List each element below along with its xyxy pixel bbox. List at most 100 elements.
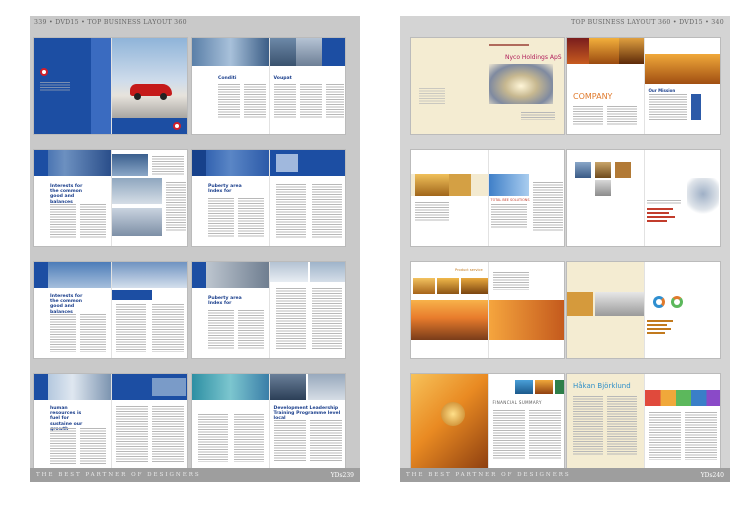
spread-charts[interactable] — [566, 261, 721, 359]
body-text — [115, 304, 146, 352]
body-text — [165, 182, 186, 232]
body-text — [532, 182, 563, 232]
spread-people[interactable]: Conditi Voupat — [191, 37, 346, 135]
page-footer: THE BEST PARTNER OF DESIGNERS YDs240 — [400, 468, 730, 482]
spread-human-resources[interactable]: human resources is fuel for sustaine our… — [33, 373, 188, 471]
figures-illustration — [686, 178, 719, 218]
color-strip-image — [644, 390, 720, 406]
body-text — [311, 184, 342, 238]
spread-left-half: Puberty area Index for — [192, 262, 269, 358]
list-item — [646, 320, 673, 322]
spread-cover-car[interactable] — [33, 37, 188, 135]
spread-leadership[interactable]: Development Leadership Training Programm… — [191, 373, 346, 471]
cover-stripe — [90, 38, 111, 134]
headline: Interests for the common good and balanc… — [50, 294, 83, 315]
body-text — [573, 396, 603, 456]
footer-tag: YDs239 — [330, 471, 354, 479]
spread-left-half: Product service — [411, 262, 488, 358]
spread-hakan-bjorklund[interactable]: Håkan Björklund — [566, 373, 721, 471]
body-text — [490, 204, 527, 228]
photo — [554, 380, 564, 394]
photo — [275, 154, 298, 172]
photo — [615, 162, 631, 178]
spread-right-half — [487, 262, 564, 358]
spread-team-hands[interactable] — [566, 149, 721, 247]
spread-right-half: TOTAL BEE SOLUTIONS — [487, 150, 565, 246]
photo — [595, 180, 611, 196]
spread-left-half — [567, 262, 644, 358]
headline: Interests for the common good and balanc… — [50, 184, 83, 205]
spread-total-solutions[interactable]: TOTAL BEE SOLUTIONS — [410, 149, 565, 247]
body-text — [275, 288, 306, 350]
body-text — [325, 84, 344, 118]
body-text — [275, 184, 306, 238]
photo — [575, 162, 591, 178]
company-wordmark: Nyco Holdings ApS — [505, 54, 562, 61]
body-text — [151, 156, 184, 176]
body-text — [646, 200, 681, 204]
blue-photo — [488, 174, 529, 196]
body-text — [415, 202, 449, 222]
list-item — [646, 332, 665, 334]
overlay-label: Our Mission — [648, 88, 676, 93]
spread-puberty[interactable]: Puberty area Index for — [191, 149, 346, 247]
spread-interests[interactable]: Interests for the common good and balanc… — [33, 149, 188, 247]
table-rows — [648, 94, 687, 120]
coins-photo — [415, 174, 449, 196]
photo — [567, 38, 589, 64]
body-text — [419, 88, 445, 104]
people-photo — [192, 38, 269, 66]
logo-icon — [40, 68, 48, 76]
blue-sidebar — [34, 150, 48, 176]
photo — [307, 374, 345, 400]
spread-right-half: Development Leadership Training Programm… — [268, 374, 345, 470]
body-text — [684, 412, 717, 460]
spread-product-service[interactable]: Product service — [410, 261, 565, 359]
list-item — [646, 324, 667, 326]
hand-photo — [595, 292, 644, 316]
spread-interests-bridge[interactable]: Interests for the common good and balanc… — [33, 261, 188, 359]
left-catalog-page: 339 • DVD15 • TOP BUSINESS LAYOUT 360 Co… — [30, 16, 360, 482]
list-item — [646, 220, 667, 222]
spread-left-half: Interests for the common good and balanc… — [34, 150, 111, 246]
spread-right-half: Voupat — [268, 38, 345, 134]
spread-left-half: Håkan Björklund — [567, 374, 644, 470]
photo — [111, 154, 148, 176]
car-photo — [110, 38, 187, 134]
spread-puberty-car[interactable]: Puberty area Index for — [191, 261, 346, 359]
body-text — [208, 198, 234, 238]
spread-nyco-cover[interactable]: Nyco Holdings ApS — [410, 37, 565, 135]
column-title: Conditi — [218, 76, 237, 81]
blue-sidebar — [192, 262, 206, 288]
page-footer: THE BEST PARTNER OF DESIGNERS YDs239 — [30, 468, 360, 482]
spread-left-half — [192, 374, 269, 470]
spread-left-half: Puberty area Index for — [192, 150, 269, 246]
spread-left-half: COMPANY — [567, 38, 644, 134]
body-text — [607, 396, 637, 456]
person-name: Håkan Björklund — [573, 382, 631, 390]
donut-chart-icon — [652, 296, 665, 308]
page-header: TOP BUSINESS LAYOUT 360 • DVD15 • 340 — [571, 19, 724, 26]
body-text — [521, 112, 555, 120]
spread-right-half — [643, 374, 720, 470]
spread-left-half: human resources is fuel for sustaine our… — [34, 374, 111, 470]
spread-right-half: Our Mission — [643, 38, 720, 134]
body-text — [218, 84, 240, 118]
body-text — [80, 314, 106, 352]
photo — [619, 38, 644, 64]
sunset-photo — [489, 64, 553, 104]
amber-block — [567, 292, 593, 316]
footer-slogan: THE BEST PARTNER OF DESIGNERS — [406, 472, 571, 478]
body-text — [238, 310, 264, 350]
photo — [309, 262, 345, 282]
body-text — [80, 428, 106, 464]
bridge-sunset-photo — [411, 300, 488, 340]
headline: Puberty area Index for — [208, 296, 242, 307]
list-item — [646, 208, 673, 210]
coin-image — [441, 402, 465, 426]
wheel-icon — [133, 93, 141, 100]
spread-financial-summary[interactable]: FINANCIAL SUMMARY — [410, 373, 565, 471]
spread-company[interactable]: COMPANY Our Mission — [566, 37, 721, 135]
spread-left-half: Conditi — [192, 38, 269, 134]
spread-left-half — [411, 150, 488, 246]
